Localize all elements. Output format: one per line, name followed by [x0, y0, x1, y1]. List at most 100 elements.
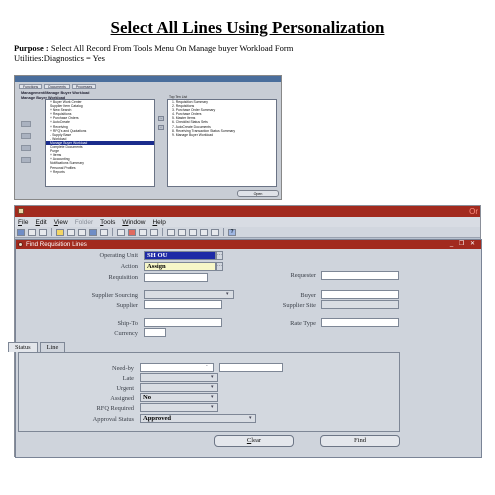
- menu-file[interactable]: File: [18, 219, 29, 226]
- chevron-down-icon[interactable]: ▾: [249, 415, 252, 421]
- buyer-field[interactable]: [321, 290, 399, 299]
- open-button[interactable]: Open: [237, 190, 279, 197]
- attachments-icon[interactable]: [67, 228, 75, 236]
- folder-icon[interactable]: [21, 121, 31, 127]
- toolbar-separator: [162, 228, 163, 236]
- rfq-required-label: RFQ Required: [96, 405, 134, 412]
- action-lov-icon[interactable]: …: [216, 262, 223, 271]
- tab-documents[interactable]: Documents: [44, 84, 70, 89]
- currency-field[interactable]: [144, 328, 166, 337]
- clear-button[interactable]: Clear: [214, 435, 294, 447]
- approval-status-field[interactable]: Approved: [140, 414, 256, 423]
- tab-line[interactable]: Line: [39, 342, 66, 352]
- requisition-field[interactable]: [144, 273, 208, 282]
- urgent-label: Urgent: [116, 385, 134, 392]
- chevron-down-icon[interactable]: ▾: [211, 384, 214, 390]
- top-ten-list[interactable]: 1. Requisition Summary 2. Requisitions 3. …: [167, 99, 277, 187]
- clipboard-icon[interactable]: [100, 228, 108, 236]
- form-icon: [18, 242, 23, 247]
- find-icon[interactable]: [56, 228, 64, 236]
- window-icon[interactable]: [211, 228, 219, 236]
- supplier-sourcing-field[interactable]: [144, 290, 234, 299]
- operating-unit-lov-icon[interactable]: …: [216, 251, 223, 260]
- new-record-icon[interactable]: [117, 228, 125, 236]
- function-tree-item[interactable]: + Reports: [46, 170, 154, 174]
- paste-icon[interactable]: [189, 228, 197, 236]
- top-ten-item[interactable]: 9. Manage Buyer Workload: [168, 133, 276, 137]
- chevron-down-icon[interactable]: ▾: [211, 404, 214, 410]
- folder-icon[interactable]: [21, 133, 31, 139]
- requisition-label: Requisition: [108, 274, 138, 281]
- operating-unit-field[interactable]: SH OU: [144, 251, 216, 260]
- assigned-label: Assigned: [110, 395, 134, 402]
- urgent-field[interactable]: [140, 383, 218, 392]
- menu-window[interactable]: Window: [122, 219, 145, 226]
- menu-help[interactable]: Help: [152, 219, 165, 226]
- supplier-field[interactable]: [144, 300, 222, 309]
- navigator-titlebar: [15, 76, 281, 82]
- need-by-from-field[interactable]: [140, 363, 214, 372]
- tab-processes[interactable]: Processes: [71, 84, 97, 89]
- approval-status-label: Approval Status: [92, 416, 134, 423]
- ship-to-label: Ship-To: [117, 320, 138, 327]
- navigator-path: Management/Manage Buyer Workload: [21, 91, 90, 95]
- buyer-label: Buyer: [300, 292, 316, 299]
- purpose-description: Select All Record From Tools Menu On Man…: [48, 43, 294, 53]
- document-title: Select All Lines Using Personalization: [110, 18, 385, 37]
- function-tree[interactable]: + Buyer Work Center Supplier Item Catalo…: [45, 99, 155, 187]
- chevron-down-icon[interactable]: ▾: [211, 394, 214, 400]
- app-title: Or: [469, 207, 478, 216]
- supplier-site-field[interactable]: [321, 300, 399, 309]
- folder-icon[interactable]: [21, 145, 31, 151]
- form-titlebar: Find Requisition Lines _ ❐ ✕: [16, 240, 481, 249]
- rfq-required-field[interactable]: [140, 403, 218, 412]
- clear-record-icon[interactable]: [139, 228, 147, 236]
- tab-status[interactable]: Status: [8, 342, 38, 352]
- chevron-down-icon[interactable]: ▾: [211, 374, 214, 380]
- clear-label: lear: [251, 437, 262, 444]
- copy-icon[interactable]: [178, 228, 186, 236]
- save-icon[interactable]: [28, 228, 36, 236]
- purpose-text: Purpose : Select All Record From Tools M…: [14, 43, 293, 63]
- find-button[interactable]: Find: [320, 435, 400, 447]
- translations-icon[interactable]: [89, 228, 97, 236]
- zoom-icon[interactable]: [78, 228, 86, 236]
- requester-field[interactable]: [321, 271, 399, 280]
- help-icon[interactable]: ?: [228, 228, 236, 236]
- add-arrow-icon[interactable]: ›: [158, 116, 164, 121]
- cut-icon[interactable]: [167, 228, 175, 236]
- action-field[interactable]: Assign: [144, 262, 216, 271]
- ship-to-field[interactable]: [144, 318, 222, 327]
- need-by-to-field[interactable]: [219, 363, 283, 372]
- requester-label: Requester: [290, 272, 316, 279]
- toolbar: ?: [15, 227, 480, 238]
- supplier-label: Supplier: [116, 302, 138, 309]
- window-controls-icon[interactable]: _ ❐ ✕: [450, 240, 477, 249]
- app-icon: [18, 208, 24, 214]
- rate-type-field[interactable]: [321, 318, 399, 327]
- edit-field-icon[interactable]: [150, 228, 158, 236]
- dash-separator: -: [206, 364, 208, 369]
- late-field[interactable]: [140, 373, 218, 382]
- menu-tools[interactable]: Tools: [100, 219, 115, 226]
- folder-icon[interactable]: [21, 157, 31, 163]
- toolbar-separator: [223, 228, 224, 236]
- menu-bar: File Edit View Folder Tools Window Help: [15, 217, 480, 227]
- navigator-icon[interactable]: [39, 228, 47, 236]
- menu-view[interactable]: View: [54, 219, 68, 226]
- menu-edit[interactable]: Edit: [36, 219, 47, 226]
- open-icon[interactable]: [17, 228, 25, 236]
- tab-functions[interactable]: Functions: [19, 84, 43, 89]
- delete-record-icon[interactable]: [128, 228, 136, 236]
- late-label: Late: [122, 375, 134, 382]
- operating-unit-label: Operating Unit: [99, 252, 138, 259]
- folder-tools-icon[interactable]: [200, 228, 208, 236]
- navigator-screenshot: Functions Documents Processes Management…: [14, 75, 282, 200]
- action-label: Action: [120, 263, 138, 270]
- currency-label: Currency: [114, 330, 138, 337]
- chevron-down-icon[interactable]: ▾: [226, 291, 229, 297]
- app-titlebar: Or: [15, 206, 480, 217]
- remove-arrow-icon[interactable]: ‹: [158, 125, 164, 130]
- assigned-field[interactable]: No: [140, 393, 218, 402]
- menu-folder[interactable]: Folder: [75, 219, 93, 226]
